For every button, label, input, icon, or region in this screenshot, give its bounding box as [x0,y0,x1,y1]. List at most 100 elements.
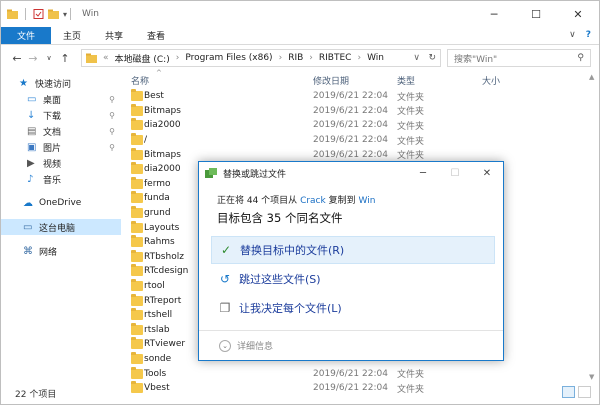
sidebar-item-label: 文档 [43,127,62,138]
sidebar-item[interactable]: ♪ 音乐 [1,171,121,187]
sidebar-item-label: 这台电脑 [39,223,76,234]
sidebar-item[interactable]: ⌘ 网络 [1,243,121,259]
file-explorer-window: ▾ Win ─ ☐ ✕ 文件 主页 共享 查看 ∨ ? ← → ∨ ↑ « 本地… [0,0,600,405]
conflict-headline: 目标包含 35 个同名文件 [217,211,343,225]
pin-icon[interactable]: ⚲ [109,127,115,136]
file-date: 2019/6/21 22:04 [313,135,388,146]
tab-share[interactable]: 共享 [93,27,135,44]
sidebar-item[interactable]: ★ 快速访问 [1,75,121,91]
title-bar: ▾ Win ─ ☐ ✕ [1,1,599,27]
file-date: 2019/6/21 22:04 [313,91,388,102]
column-name[interactable]: 名称 [131,74,149,87]
sidebar-item[interactable]: ☁ OneDrive [1,195,121,211]
maximize-button[interactable]: ☐ [515,1,557,27]
dialog-minimize-button[interactable]: ─ [407,162,439,184]
dialog-close-button[interactable]: ✕ [471,162,503,184]
cloud-icon: ☁ [23,197,33,209]
recent-locations-chevron-icon[interactable]: ∨ [41,54,57,62]
expand-ribbon-icon[interactable]: ∨ [569,30,576,40]
sidebar-item[interactable]: ▭ 这台电脑 [1,219,121,235]
sidebar-item[interactable]: ▭ 桌面 ⚲ [1,91,121,107]
scroll-up-icon[interactable]: ▲ [589,73,594,81]
breadcrumb-ribtec[interactable]: RIBTEC [319,53,352,63]
decide-files-icon: ❐ [219,301,231,315]
tab-view[interactable]: 查看 [135,27,177,44]
properties-icon[interactable] [33,9,44,19]
details-label: 详细信息 [237,342,274,352]
list-item[interactable]: Bitmaps 2019/6/21 22:04 文件夹 [126,103,426,119]
column-size[interactable]: 大小 [482,74,500,87]
decide-each-file-label: 让我决定每个文件(L) [239,302,342,315]
breadcrumb-win[interactable]: Win [367,53,384,63]
pin-icon[interactable]: ⚲ [109,111,115,120]
address-bar[interactable]: « 本地磁盘 (C:) › Program Files (x86) › RIB … [81,49,441,67]
folder-icon [131,249,143,262]
pin-icon[interactable]: ⚲ [109,95,115,104]
breadcrumb-drive[interactable]: 本地磁盘 (C:) [115,52,170,65]
details-toggle[interactable]: ⌄ 详细信息 [199,330,503,360]
scrollbar[interactable]: ▲ ▼ [587,73,597,381]
refresh-icon[interactable]: ↻ [428,53,436,63]
list-item[interactable]: / 2019/6/21 22:04 文件夹 [126,133,426,148]
skip-files-option[interactable]: ↺ 跳过这些文件(S) [211,265,495,293]
back-arrow-icon[interactable]: ← [9,52,25,65]
file-name: RTcdesign [144,266,189,277]
sidebar-item[interactable]: ▤ 文档 ⚲ [1,123,121,139]
view-switcher [562,386,591,398]
customize-toolbar-icon[interactable]: ▾ [63,10,67,19]
replace-files-label: 替换目标中的文件(R) [240,244,345,257]
scroll-down-icon[interactable]: ▼ [589,373,594,381]
pin-icon[interactable]: ⚲ [109,143,115,152]
tab-home[interactable]: 主页 [51,27,93,44]
folder-icon [131,118,143,131]
folder-icon [86,53,97,63]
title-divider [70,8,72,20]
decide-each-file-option[interactable]: ❐ 让我决定每个文件(L) [211,294,495,322]
list-item[interactable]: dia2000 2019/6/21 22:04 文件夹 [126,118,426,133]
column-type[interactable]: 类型 [397,74,415,87]
column-headers: ^ 名称 修改日期 类型 大小 [126,69,596,89]
breadcrumb-separator-icon[interactable]: › [309,53,313,63]
breadcrumb-separator-icon[interactable]: › [357,53,361,63]
file-name: Best [144,91,164,102]
list-item[interactable]: Bitmaps 2019/6/21 22:04 文件夹 [126,147,426,162]
sidebar-item[interactable]: ▶ 视频 [1,155,121,171]
address-overflow[interactable]: « [103,53,109,63]
column-date[interactable]: 修改日期 [313,74,349,87]
help-icon[interactable]: ? [586,30,591,40]
breadcrumb-separator-icon[interactable]: › [279,53,283,63]
large-icons-view-icon[interactable] [578,386,591,398]
replace-files-option[interactable]: ✓ 替换目标中的文件(R) [211,236,495,264]
tab-file[interactable]: 文件 [1,27,52,44]
search-input[interactable]: 搜索"Win" [454,52,497,65]
search-icon[interactable]: ⚲ [577,53,584,63]
file-name: rtshell [144,310,173,321]
breadcrumb-rib[interactable]: RIB [288,53,303,63]
sidebar-item-label: 下载 [43,111,62,122]
destination-folder-link[interactable]: Win [359,196,376,206]
sidebar-item-label: OneDrive [39,198,82,208]
details-view-icon[interactable] [562,386,575,398]
sidebar-item[interactable]: ▣ 图片 ⚲ [1,139,121,155]
breadcrumb-program-files[interactable]: Program Files (x86) [185,53,272,63]
sidebar-item-label: 桌面 [43,95,62,106]
forward-arrow-icon[interactable]: → [25,52,41,65]
list-item[interactable]: Tools 2019/6/21 22:04 文件夹 [126,366,426,381]
new-folder-icon[interactable] [48,9,59,19]
quick-access-toolbar: ▾ [1,8,67,20]
folder-icon [131,103,143,116]
breadcrumb-separator-icon[interactable]: › [176,53,180,63]
file-name: grund [144,208,171,219]
minimize-button[interactable]: ─ [473,1,515,27]
ribbon-right-controls: ∨ ? [569,30,591,40]
star-icon: ★ [19,77,28,89]
sidebar-item[interactable]: ↓ 下载 ⚲ [1,107,121,123]
up-arrow-icon[interactable]: ↑ [57,52,73,65]
copy-prefix: 正在将 44 个项目从 [217,196,298,206]
source-folder-link[interactable]: Crack [300,196,326,206]
address-dropdown-icon[interactable]: ∨ [413,53,420,63]
file-type: 文件夹 [397,92,425,103]
list-item[interactable]: Best 2019/6/21 22:04 文件夹 [126,89,426,104]
close-button[interactable]: ✕ [557,1,599,27]
search-box[interactable]: 搜索"Win" ⚲ [447,49,591,67]
